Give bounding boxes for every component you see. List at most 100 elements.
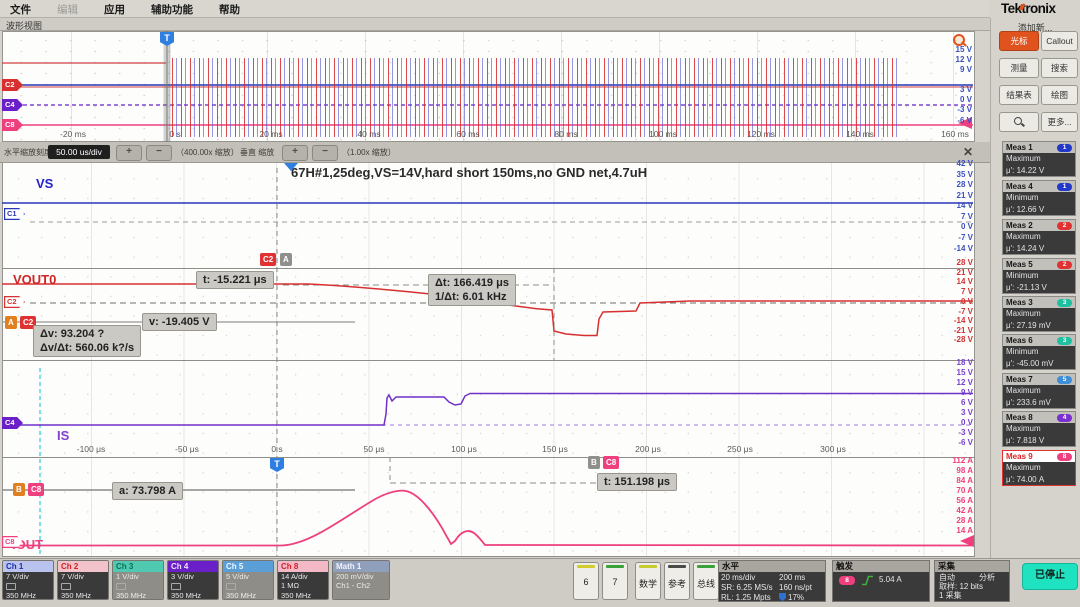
horizontal-settings-box[interactable]: 水平 20 ms/div SR: 6.25 MS/s RL: 1.25 Mpts…	[718, 560, 826, 602]
h-zoom-minus-button[interactable]: −	[146, 145, 172, 161]
h-zoom-plus-button[interactable]: +	[116, 145, 142, 161]
cursor-b-badge[interactable]: B	[13, 483, 25, 496]
group-button[interactable]: 总线	[693, 562, 719, 600]
channel-number-button[interactable]: 7	[602, 562, 628, 600]
menu-item[interactable]: 编辑	[57, 2, 78, 17]
cursor-b-gray-badge[interactable]: B	[588, 456, 600, 469]
time-tick-label: -100 μs	[74, 444, 108, 454]
measurement-name: Meas 4	[1006, 182, 1033, 191]
volt-tick-label: 12 V	[944, 55, 972, 64]
channel-badge[interactable]: Ch 3 1 V/div 350 MHz	[112, 560, 164, 600]
h-scale: 20 ms/div	[721, 573, 773, 583]
time-tick-label: 160 ms	[938, 129, 972, 139]
sidebar-button[interactable]: 绘图	[1041, 85, 1078, 105]
sidebar-button[interactable]: 更多...	[1041, 112, 1078, 132]
measurement-badge[interactable]: Meas 7 5 Maximum μ': 233.6 mV	[1002, 373, 1076, 409]
channel-badge[interactable]: Ch 2 7 V/div 350 MHz	[57, 560, 109, 600]
measurement-value: μ': 74.00 A	[1003, 474, 1075, 486]
delta-t-readout[interactable]: Δt: 166.419 μs 1/Δt: 6.01 kHz	[428, 274, 516, 306]
delta-v-readout[interactable]: Δv: 93.204 ? Δv/Δt: 560.06 k?/s	[33, 325, 141, 357]
measurement-badge[interactable]: Meas 2 2 Maximum μ': 14.24 V	[1002, 219, 1076, 255]
menu-item[interactable]: 文件	[10, 2, 31, 17]
probe-icon	[6, 583, 16, 590]
axis-tick-label: -6 V	[939, 438, 973, 447]
sidebar-button[interactable]: 搜索	[1041, 58, 1078, 78]
measurement-header: Meas 8 4	[1003, 412, 1075, 423]
measurement-value: μ': -45.00 mV	[1003, 358, 1075, 370]
sidebar-button[interactable]: 结果表	[999, 85, 1039, 105]
ch2-cursor-badge[interactable]: C2	[260, 253, 276, 266]
sidebar-button[interactable]: 测量	[999, 58, 1039, 78]
channel-scale: 7 V/div	[6, 572, 53, 581]
channel-scale: 5 V/div	[226, 572, 273, 581]
channel-badge[interactable]: Ch 1 7 V/div 350 MHz	[2, 560, 54, 600]
sidebar-button[interactable]: 光标	[999, 31, 1039, 51]
user-annotation[interactable]: 67H#1,25deg,VS=14V,hard short 150ms,no G…	[285, 165, 653, 181]
acquisition-settings-box[interactable]: 采集 自动 分析 取样: 12 bits 1 采集	[934, 560, 1010, 602]
time-tick-label: 0 s	[158, 129, 192, 139]
channel-scale: 3 V/div	[171, 572, 218, 581]
sidebar-button[interactable]: Callout	[1041, 31, 1078, 51]
channel-badge-body: 200 mV/div Ch1 - Ch2	[333, 572, 389, 600]
v-zoom-plus-button[interactable]: +	[282, 145, 308, 161]
measurement-value: μ': 12.66 V	[1003, 204, 1075, 216]
cursor-a-badge[interactable]: A	[5, 316, 17, 329]
button-stripe	[668, 565, 686, 568]
measurement-badge[interactable]: Meas 3 3 Maximum μ': 27.19 mV	[1002, 296, 1076, 332]
channel-scale: 14 A/div	[281, 572, 328, 581]
group-button[interactable]: 数学	[635, 562, 661, 600]
v-zoom-minus-button[interactable]: −	[312, 145, 338, 161]
v-zoom-readout: （1.00x 缩放）	[342, 147, 396, 158]
axis-tick-label: 28 V	[939, 258, 973, 267]
measurement-name: Meas 9	[1006, 452, 1033, 461]
menu-item[interactable]: 应用	[104, 2, 125, 17]
channel-badge-header: Ch 8	[278, 561, 328, 572]
cursor-b-ch8-badge[interactable]: C8	[28, 483, 44, 496]
cursor-amp-readout[interactable]: a: 73.798 A	[112, 482, 183, 500]
channel-badge[interactable]: Ch 8 14 A/div 1 MΩ 350 MHz	[277, 560, 329, 600]
channel-badge[interactable]: Ch 5 5 V/div 350 MHz	[222, 560, 274, 600]
sidebar-button[interactable]	[999, 112, 1039, 132]
rising-edge-icon	[861, 575, 875, 586]
cursor-b-ch8-badge-right[interactable]: C8	[603, 456, 619, 469]
cursor-b-time-readout[interactable]: t: 151.198 μs	[597, 473, 677, 491]
measurement-badge[interactable]: Meas 4 1 Minimum μ': 12.66 V	[1002, 180, 1076, 216]
group-button[interactable]: 参考	[664, 562, 690, 600]
h-sample-rate: SR: 6.25 MS/s	[721, 583, 773, 593]
cursor-a-time-readout[interactable]: t: -15.221 μs	[196, 271, 274, 289]
measurement-value: μ': 27.19 mV	[1003, 320, 1075, 332]
axis-tick-label: 35 V	[939, 170, 973, 179]
trigger-settings-box[interactable]: 触发 8 5.04 A	[832, 560, 930, 602]
measurement-value: μ': 7.818 V	[1003, 435, 1075, 447]
channel-number-button[interactable]: 6	[573, 562, 599, 600]
run-stop-button[interactable]: 已停止	[1022, 563, 1078, 590]
channel-badge[interactable]: Math 1 200 mV/div Ch1 - Ch2	[332, 560, 390, 600]
cursor-a-gray-badge[interactable]: A	[280, 253, 292, 266]
time-tick-label: 50 μs	[357, 444, 391, 454]
channel-badge-header: Ch 2	[58, 561, 108, 572]
axis-tick-label: -14 V	[939, 316, 973, 325]
measurement-source-pill: 2	[1057, 261, 1072, 269]
measurement-badge[interactable]: Meas 9 8 Maximum μ': 74.00 A	[1002, 450, 1076, 486]
button-label: 参考	[665, 577, 689, 590]
channel-badge-header: Math 1	[333, 561, 389, 572]
menu-item[interactable]: 帮助	[219, 2, 240, 17]
measurement-badge[interactable]: Meas 1 1 Maximum μ': 14.22 V	[1002, 141, 1076, 177]
volt-tick-label: -6 V	[944, 116, 972, 125]
trigger-source-pill: 8	[839, 576, 855, 585]
channel-line2	[226, 581, 273, 590]
h-zoom-scale-value[interactable]: 50.00 us/div	[48, 145, 110, 159]
measurement-badge[interactable]: Meas 5 2 Minimum μ': -21.13 V	[1002, 258, 1076, 294]
menu-item[interactable]: 辅助功能	[151, 2, 193, 17]
axis-tick-label: 6 V	[939, 398, 973, 407]
axis-tick-label: 42 A	[939, 506, 973, 515]
measurement-badge[interactable]: Meas 8 4 Maximum μ': 7.818 V	[1002, 411, 1076, 447]
button-stripe	[606, 565, 624, 568]
close-icon[interactable]: ✕	[960, 144, 976, 160]
measurement-badge[interactable]: Meas 6 3 Minimum μ': -45.00 mV	[1002, 334, 1076, 370]
horizontal-title: 水平	[719, 561, 825, 572]
time-tick-label: 40 ms	[352, 129, 386, 139]
measurement-header: Meas 2 2	[1003, 220, 1075, 231]
channel-badge[interactable]: Ch 4 3 V/div 350 MHz	[167, 560, 219, 600]
cursor-v-readout[interactable]: v: -19.405 V	[142, 313, 217, 331]
